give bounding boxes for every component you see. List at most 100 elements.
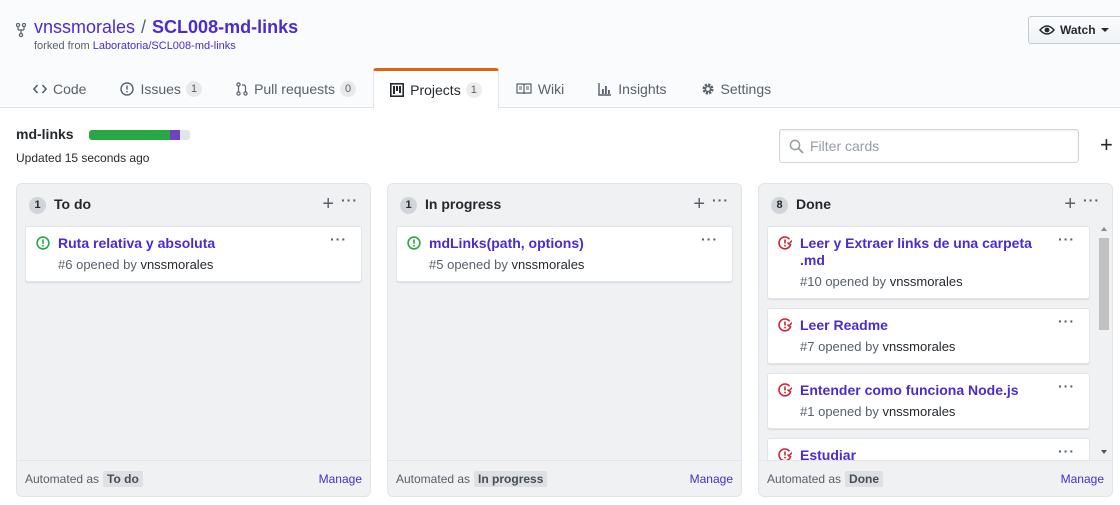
column-header: 1 To do + ···: [17, 184, 370, 224]
card-menu-button[interactable]: ···: [330, 231, 347, 247]
forked-from: forked from Laboratoria/SCL008-md-links: [34, 40, 236, 52]
issue-card[interactable]: Leer Readme #7 opened by vnssmorales ···: [767, 308, 1090, 364]
graph-icon: [598, 82, 612, 96]
tab-label: Code: [53, 80, 87, 97]
automation-value: In progress: [474, 470, 548, 487]
scroll-down-arrow-icon[interactable]: [1101, 450, 1107, 454]
scrollbar-thumb[interactable]: [1099, 238, 1109, 330]
add-column-button[interactable]: +: [1100, 134, 1113, 156]
tab-code[interactable]: Code: [16, 68, 103, 108]
card-title-link[interactable]: Leer y Extraer links de una carpeta .md: [800, 235, 1032, 268]
card-title-link[interactable]: Entender como funciona Node.js: [800, 382, 1019, 398]
issue-opened-icon: [36, 236, 50, 250]
column-card-count: 1: [400, 197, 417, 214]
column-header: 8 Done + ···: [759, 184, 1112, 224]
column-footer: Automated as Done Manage: [759, 460, 1112, 496]
card-meta: #10 opened by vnssmorales: [800, 274, 1049, 289]
card-opened-by: opened by: [447, 257, 508, 272]
pull-request-icon: [236, 81, 248, 96]
manage-automation-link[interactable]: Manage: [1061, 472, 1104, 486]
tab-pull-requests[interactable]: Pull requests 0: [219, 68, 373, 108]
issue-icon: [120, 81, 135, 96]
card-menu-button[interactable]: ···: [1058, 313, 1075, 329]
repo-nav-tabs: Code Issues 1 Pull requests 0 Projects 1…: [16, 68, 789, 109]
projects-counter: 1: [465, 82, 482, 98]
issue-card[interactable]: mdLinks(path, options) #5 opened by vnss…: [396, 226, 733, 282]
card-title-link[interactable]: Estudiar: [800, 447, 856, 460]
issue-card[interactable]: Entender como funciona Node.js #1 opened…: [767, 373, 1090, 429]
tab-settings[interactable]: Settings: [684, 68, 789, 108]
card-author-link[interactable]: vnssmorales: [882, 404, 955, 419]
project-name: md-links: [16, 126, 74, 142]
column-title: To do: [54, 196, 92, 212]
card-menu-button[interactable]: ···: [701, 231, 718, 247]
repo-separator: /: [141, 17, 147, 37]
automation-value: To do: [103, 470, 143, 487]
column-scrollbar[interactable]: [1098, 224, 1110, 460]
tab-insights[interactable]: Insights: [581, 68, 683, 108]
scroll-up-arrow-icon[interactable]: [1101, 227, 1107, 231]
repo-title: vnssmorales / SCL008-md-links: [15, 17, 298, 38]
card-title-link[interactable]: Leer Readme: [800, 317, 888, 333]
code-icon: [33, 83, 47, 95]
card-author-link[interactable]: vnssmorales: [511, 257, 584, 272]
column-header: 1 In progress + ···: [388, 184, 741, 224]
card-meta: #1 opened by vnssmorales: [800, 404, 1049, 419]
tab-wiki[interactable]: Wiki: [499, 68, 581, 108]
card-author-link[interactable]: vnssmorales: [890, 274, 963, 289]
card-title-link[interactable]: Ruta relativa y absoluta: [58, 235, 215, 251]
add-card-button[interactable]: +: [693, 194, 705, 214]
watch-label: Watch: [1060, 23, 1096, 37]
column-title: In progress: [425, 196, 502, 212]
column-menu-button[interactable]: ···: [1083, 192, 1100, 208]
card-author-link[interactable]: vnssmorales: [882, 339, 955, 354]
tab-issues[interactable]: Issues 1: [103, 68, 219, 108]
card-menu-button[interactable]: ···: [1058, 443, 1075, 459]
pull-requests-counter: 0: [340, 80, 357, 97]
card-issue-number: #7: [800, 339, 815, 354]
card-menu-button[interactable]: ···: [1058, 378, 1075, 394]
manage-automation-link[interactable]: Manage: [690, 472, 733, 486]
manage-automation-link[interactable]: Manage: [319, 472, 362, 486]
repo-name-link[interactable]: SCL008-md-links: [152, 17, 298, 38]
issue-card[interactable]: Estudiar ···: [767, 438, 1090, 460]
column-footer: Automated as In progress Manage: [388, 460, 741, 496]
repo-owner-link[interactable]: vnssmorales: [34, 17, 135, 38]
issue-card[interactable]: Ruta relativa y absoluta #6 opened by vn…: [25, 226, 362, 282]
card-issue-number: #1: [800, 404, 815, 419]
project-updated-time: Updated 15 seconds ago: [16, 151, 150, 165]
repo-header: vnssmorales / SCL008-md-links forked fro…: [0, 0, 1120, 109]
card-opened-by: opened by: [825, 274, 887, 289]
column-menu-button[interactable]: ···: [341, 192, 358, 208]
automation-prefix: Automated as: [25, 471, 100, 486]
filter-cards-field[interactable]: [779, 129, 1079, 163]
issue-closed-icon: [778, 383, 792, 397]
search-icon: [789, 139, 804, 154]
card-menu-button[interactable]: ···: [1058, 231, 1075, 247]
issue-closed-icon: [778, 318, 792, 332]
progress-done-segment: [89, 130, 170, 140]
issue-card[interactable]: Leer y Extraer links de una carpeta .md …: [767, 226, 1090, 299]
column-menu-button[interactable]: ···: [712, 192, 729, 208]
filter-cards-input[interactable]: [810, 138, 1070, 154]
column-done: 8 Done + ··· Leer y Extraer links de una…: [758, 183, 1113, 497]
column-footer: Automated as To do Manage: [17, 460, 370, 496]
book-icon: [516, 82, 532, 95]
add-card-button[interactable]: +: [322, 194, 334, 214]
card-issue-number: #10: [800, 274, 822, 289]
tab-projects[interactable]: Projects 1: [373, 68, 499, 109]
column-card-count: 1: [29, 197, 46, 214]
automation-prefix: Automated as: [396, 471, 471, 486]
gear-icon: [701, 82, 715, 96]
chevron-down-icon: [1100, 28, 1109, 32]
progress-in-progress-segment: [169, 130, 180, 140]
add-card-button[interactable]: +: [1064, 194, 1076, 214]
tab-label: Insights: [618, 80, 667, 97]
automation-value: Done: [845, 470, 884, 487]
card-opened-by: opened by: [76, 257, 137, 272]
watch-button[interactable]: Watch: [1028, 16, 1120, 44]
card-title-link[interactable]: mdLinks(path, options): [429, 235, 584, 251]
forked-source-link[interactable]: Laboratoria/SCL008-md-links: [93, 40, 236, 52]
card-author-link[interactable]: vnssmorales: [140, 257, 213, 272]
project-progress-bar: [89, 130, 190, 140]
